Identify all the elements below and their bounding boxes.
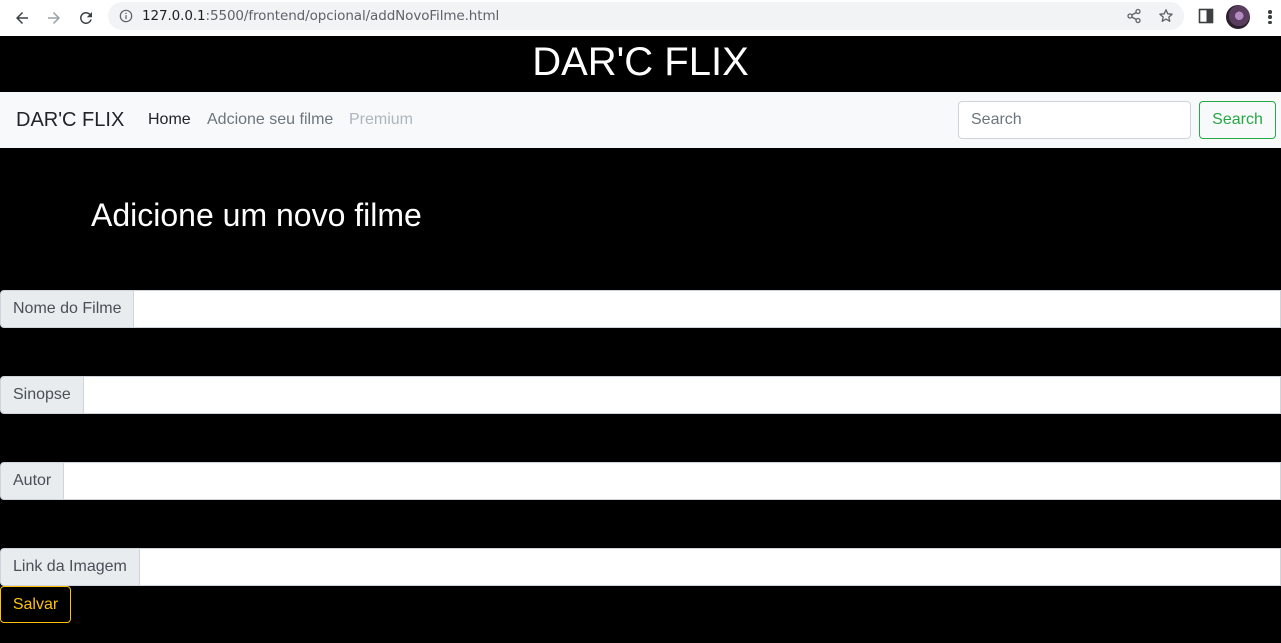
synopsis-group: Sinopse <box>0 376 1281 414</box>
back-icon[interactable] <box>10 6 34 30</box>
movie-name-group: Nome do Filme <box>0 290 1281 328</box>
side-panel-icon[interactable] <box>1198 8 1214 24</box>
site-title: DAR'C FLIX <box>0 36 1281 92</box>
bookmark-star-icon[interactable] <box>1158 8 1174 24</box>
synopsis-label: Sinopse <box>0 376 84 414</box>
url-path: :5500/frontend/opcional/addNovoFilme.htm… <box>205 8 500 24</box>
search-button[interactable]: Search <box>1199 101 1276 139</box>
url-text: 127.0.0.1:5500/frontend/opcional/addNovo… <box>142 8 499 24</box>
navbar-brand[interactable]: DAR'C FLIX <box>16 109 124 132</box>
nav-link-home[interactable]: Home <box>148 111 191 129</box>
browser-toolbar: 127.0.0.1:5500/frontend/opcional/addNovo… <box>0 0 1281 36</box>
forward-icon[interactable] <box>42 6 66 30</box>
author-input[interactable] <box>64 462 1281 500</box>
url-host: 127.0.0.1 <box>142 8 206 24</box>
browser-menu-icon[interactable] <box>1262 8 1278 26</box>
navbar: DAR'C FLIX Home Adcione seu filme Premiu… <box>0 92 1281 148</box>
address-bar[interactable]: 127.0.0.1:5500/frontend/opcional/addNovo… <box>108 2 1184 30</box>
image-link-input[interactable] <box>139 548 1281 586</box>
author-label: Autor <box>0 462 65 500</box>
image-link-group: Link da Imagem <box>0 548 1281 586</box>
movie-name-label: Nome do Filme <box>0 290 135 328</box>
site-info-icon[interactable] <box>119 9 133 23</box>
reload-icon[interactable] <box>74 6 98 30</box>
share-icon[interactable] <box>1126 8 1142 24</box>
movie-name-input[interactable] <box>134 290 1281 328</box>
nav-link-premium: Premium <box>349 111 414 128</box>
author-group: Autor <box>0 462 1281 500</box>
search-input[interactable] <box>958 101 1191 139</box>
image-link-label: Link da Imagem <box>0 548 140 586</box>
save-button[interactable]: Salvar <box>0 586 71 623</box>
nav-link-add-movie[interactable]: Adcione seu filme <box>207 111 333 129</box>
page-heading: Adicione um novo filme <box>91 197 422 233</box>
synopsis-input[interactable] <box>83 376 1281 414</box>
profile-avatar[interactable] <box>1226 5 1250 29</box>
